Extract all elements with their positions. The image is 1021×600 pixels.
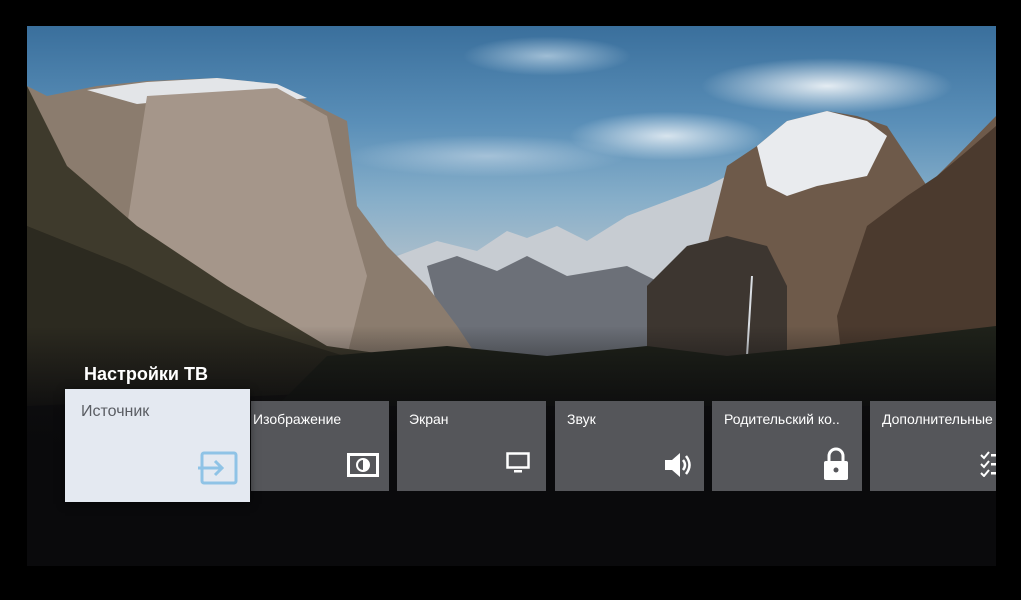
monitor-icon	[506, 452, 530, 479]
picture-icon	[347, 453, 379, 482]
checklist-icon	[980, 451, 996, 482]
tile-picture-label: Изображение	[253, 411, 342, 427]
tile-sound[interactable]: Звук	[555, 401, 704, 491]
tile-source-label: Источник	[81, 403, 150, 420]
menu-title: Настройки ТВ	[84, 364, 208, 384]
input-source-icon	[198, 451, 238, 490]
tile-screen-label: Экран	[409, 411, 449, 427]
tile-source[interactable]: Источник	[65, 389, 250, 502]
tile-parental-label: Родительский ко..	[724, 411, 840, 427]
tile-parental[interactable]: Родительский ко..	[712, 401, 862, 491]
lock-icon	[823, 447, 849, 486]
tile-sound-label: Звук	[567, 411, 596, 427]
tile-screen[interactable]: Экран	[397, 401, 546, 491]
tile-additional[interactable]: Дополнительные	[870, 401, 996, 491]
speaker-icon	[663, 451, 693, 484]
tile-additional-label: Дополнительные	[882, 411, 993, 427]
tile-picture[interactable]: Изображение	[251, 401, 389, 491]
